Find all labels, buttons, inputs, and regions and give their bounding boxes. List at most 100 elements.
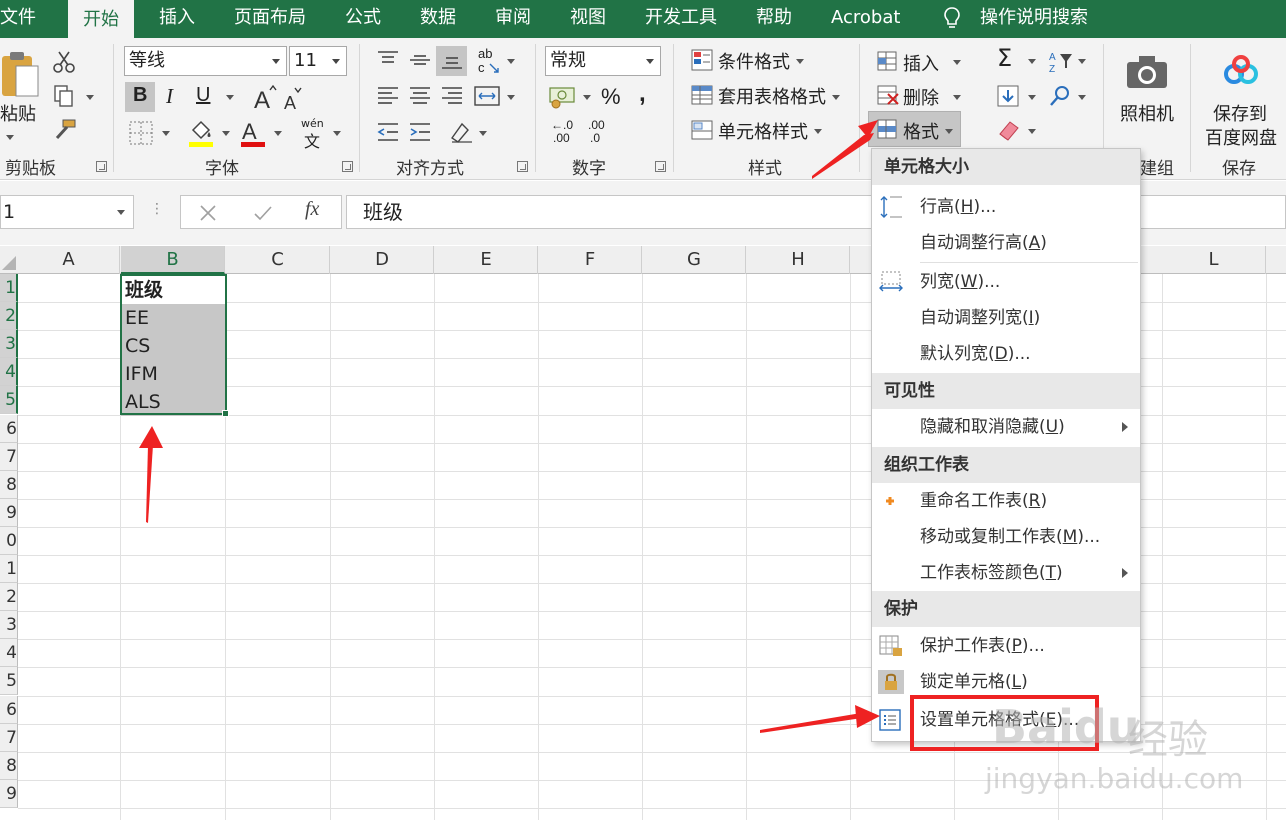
column-header-f[interactable]: F xyxy=(539,246,642,274)
phonetic-dropdown-icon[interactable] xyxy=(333,131,341,136)
insert-function-button[interactable]: fx xyxy=(305,198,319,221)
sort-filter-icon[interactable]: A Z xyxy=(1048,50,1074,74)
text-direction-dropdown-icon[interactable] xyxy=(479,131,487,136)
clear-dropdown-icon[interactable] xyxy=(1028,129,1036,134)
row-header[interactable]: 6 xyxy=(0,695,18,724)
fill-dropdown-icon[interactable] xyxy=(1028,95,1036,100)
accounting-format-icon[interactable] xyxy=(548,84,578,110)
format-painter-icon[interactable] xyxy=(53,118,77,140)
format-as-table-icon[interactable] xyxy=(690,83,714,107)
tab-developer[interactable]: 开发工具 xyxy=(645,0,717,38)
column-header-h[interactable]: H xyxy=(747,246,850,274)
font-launcher-icon[interactable] xyxy=(342,161,353,172)
conditional-formatting-dropdown-icon[interactable] xyxy=(796,59,804,64)
cell-styles-button[interactable]: 单元格样式 xyxy=(718,118,808,144)
format-as-table-button[interactable]: 套用表格格式 xyxy=(718,83,826,109)
merge-dropdown-icon[interactable] xyxy=(507,95,515,100)
copy-icon[interactable] xyxy=(53,84,75,108)
row-header[interactable]: 2 xyxy=(0,583,18,612)
column-header-g[interactable]: G xyxy=(643,246,746,274)
menu-item-autofit-row-height[interactable]: 自动调整行高(A) xyxy=(872,225,1140,261)
increase-indent-icon[interactable] xyxy=(408,120,432,144)
row-header[interactable]: 2 xyxy=(0,302,18,331)
row-header[interactable]: 7 xyxy=(0,442,18,471)
cut-icon[interactable] xyxy=(53,50,75,74)
align-middle-icon[interactable] xyxy=(408,48,432,72)
paste-dropdown-icon[interactable] xyxy=(6,135,14,140)
row-header[interactable]: 9 xyxy=(0,779,18,808)
italic-button[interactable]: I xyxy=(166,84,173,109)
row-header[interactable]: 3 xyxy=(0,330,18,359)
menu-item-autofit-column-width[interactable]: 自动调整列宽(I) xyxy=(872,300,1140,336)
percent-style-button[interactable]: % xyxy=(601,84,621,110)
cell-styles-icon[interactable] xyxy=(690,118,714,142)
menu-item-protect-sheet[interactable]: 保护工作表(P)... xyxy=(872,628,1140,664)
alignment-launcher-icon[interactable] xyxy=(517,161,528,172)
column-header-e[interactable]: E xyxy=(435,246,538,274)
tab-page-layout[interactable]: 页面布局 xyxy=(234,0,306,38)
row-header[interactable]: 7 xyxy=(0,723,18,752)
fill-icon[interactable] xyxy=(996,84,1022,108)
align-top-icon[interactable] xyxy=(376,48,400,72)
orientation-dropdown-icon[interactable] xyxy=(507,59,515,64)
text-direction-icon[interactable] xyxy=(448,120,474,144)
tab-home[interactable]: 开始 xyxy=(68,0,134,38)
decrease-decimal-top[interactable]: .00 xyxy=(588,118,605,132)
camera-icon[interactable] xyxy=(1125,54,1169,90)
decrease-decimal-button[interactable]: .0 xyxy=(590,131,600,145)
font-name-combo[interactable]: 等线 xyxy=(124,46,287,76)
row-header[interactable]: 5 xyxy=(0,667,18,696)
borders-dropdown-icon[interactable] xyxy=(162,131,170,136)
column-header-c[interactable]: C xyxy=(226,246,330,274)
paste-label[interactable]: 粘贴 xyxy=(0,100,36,126)
baidu-netdisk-icon[interactable] xyxy=(1220,54,1262,90)
delete-cells-icon[interactable] xyxy=(876,84,900,106)
copy-dropdown-icon[interactable] xyxy=(86,95,94,100)
decrease-indent-icon[interactable] xyxy=(376,120,400,144)
font-color-dropdown-icon[interactable] xyxy=(274,131,282,136)
insert-cells-button[interactable]: 插入 xyxy=(903,50,939,76)
font-size-combo[interactable]: 11 xyxy=(289,46,347,76)
row-header[interactable]: 0 xyxy=(0,526,18,555)
tab-help[interactable]: 帮助 xyxy=(756,0,792,38)
font-size-increase-decrease-icon[interactable]: A A xyxy=(254,84,302,112)
fill-color-icon[interactable] xyxy=(187,118,215,148)
row-header[interactable]: 9 xyxy=(0,498,18,527)
menu-item-hide-unhide[interactable]: 隐藏和取消隐藏(U) xyxy=(872,409,1140,445)
paste-icon[interactable] xyxy=(0,52,40,100)
menu-item-row-height[interactable]: 行高(H)... xyxy=(872,189,1140,225)
column-header-a[interactable]: A xyxy=(18,246,120,274)
enter-check-icon[interactable] xyxy=(253,204,273,222)
clipboard-launcher-icon[interactable] xyxy=(96,161,107,172)
number-launcher-icon[interactable] xyxy=(655,161,666,172)
row-header[interactable]: 1 xyxy=(0,274,18,302)
row-header[interactable]: 4 xyxy=(0,639,18,668)
autosum-dropdown-icon[interactable] xyxy=(1028,59,1036,64)
tab-data[interactable]: 数据 xyxy=(420,0,456,38)
orientation-top-label[interactable]: ab xyxy=(478,46,492,61)
name-box[interactable]: 1 xyxy=(0,195,134,229)
number-format-combo[interactable]: 常规 xyxy=(545,46,661,76)
merge-center-icon[interactable] xyxy=(473,84,501,108)
underline-dropdown-icon[interactable] xyxy=(226,95,234,100)
column-header-d[interactable]: D xyxy=(331,246,434,274)
menu-item-move-copy-sheet[interactable]: 移动或复制工作表(M)... xyxy=(872,519,1140,555)
menu-item-column-width[interactable]: 列宽(W)... xyxy=(872,264,1140,300)
align-right-icon[interactable] xyxy=(440,84,464,108)
align-left-icon[interactable] xyxy=(376,84,400,108)
column-header-b[interactable]: B xyxy=(121,246,225,274)
fill-handle[interactable] xyxy=(222,410,229,417)
format-as-table-dropdown-icon[interactable] xyxy=(832,95,840,100)
find-select-dropdown-icon[interactable] xyxy=(1078,95,1086,100)
row-header[interactable]: 4 xyxy=(0,358,18,387)
menu-item-tab-color[interactable]: 工作表标签颜色(T) xyxy=(872,555,1140,591)
row-header[interactable]: 5 xyxy=(0,386,18,415)
menu-item-default-width[interactable]: 默认列宽(D)... xyxy=(872,336,1140,372)
increase-decimal-button[interactable]: .00 xyxy=(553,131,570,145)
row-header[interactable]: 8 xyxy=(0,470,18,499)
font-color-icon[interactable]: A xyxy=(239,118,267,148)
conditional-formatting-icon[interactable] xyxy=(690,48,714,72)
formula-input[interactable]: 班级 xyxy=(346,195,1286,229)
find-select-icon[interactable] xyxy=(1048,84,1072,108)
tab-formulas[interactable]: 公式 xyxy=(345,0,381,38)
